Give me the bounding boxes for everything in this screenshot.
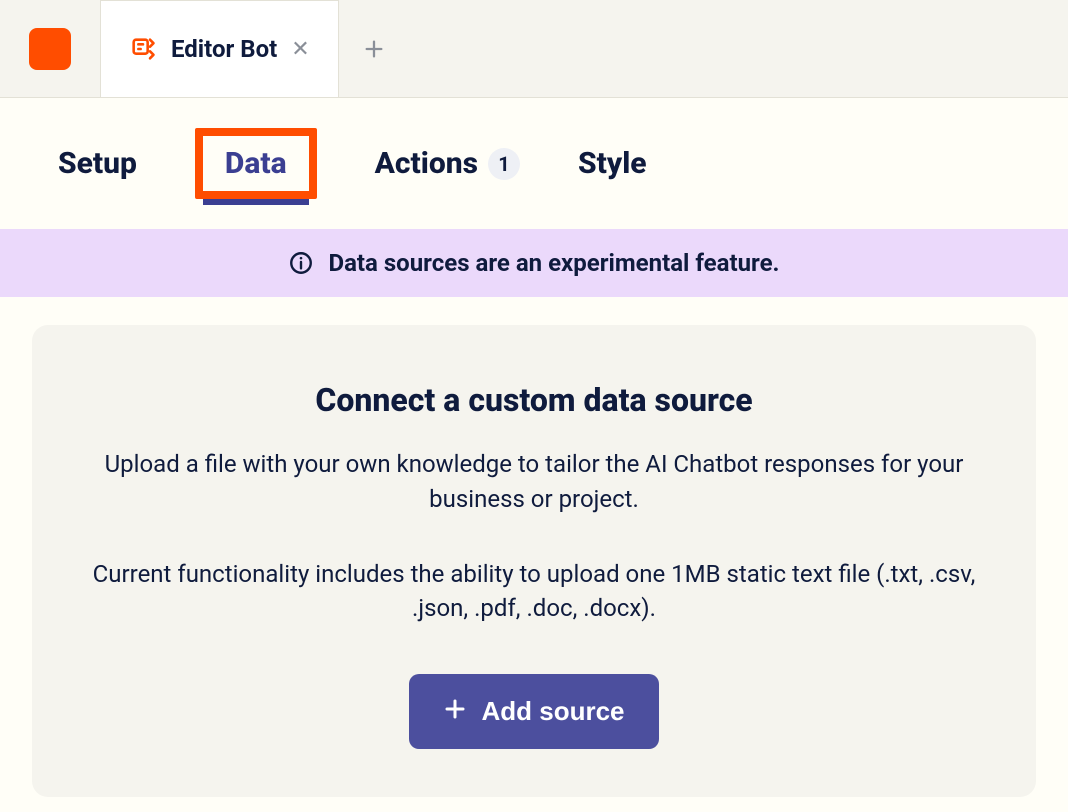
nav-tabs: Setup Data Actions 1 Style [0,98,1068,229]
tab-setup[interactable]: Setup [58,136,137,191]
bot-icon [129,35,157,63]
experimental-banner: Data sources are an experimental feature… [0,229,1068,297]
close-tab-icon[interactable]: ✕ [291,37,309,62]
banner-text: Data sources are an experimental feature… [328,249,779,277]
app-logo[interactable] [29,28,71,70]
file-tab-title: Editor Bot [171,35,277,63]
data-source-card: Connect a custom data source Upload a fi… [32,325,1036,797]
file-tab-editor-bot[interactable]: Editor Bot ✕ [100,0,339,97]
actions-count-badge: 1 [488,148,520,180]
new-tab-button[interactable] [339,0,409,97]
card-heading: Connect a custom data source [80,381,988,419]
add-source-label: Add source [481,696,624,727]
tab-actions-label: Actions [375,146,478,181]
card-description-primary: Upload a file with your own knowledge to… [84,447,984,517]
logo-area [0,0,100,97]
tab-data[interactable]: Data [195,128,317,199]
top-bar: Editor Bot ✕ [0,0,1068,98]
add-source-button[interactable]: Add source [409,674,658,749]
tab-actions[interactable]: Actions 1 [375,136,520,191]
card-description-secondary: Current functionality includes the abili… [84,557,984,627]
plus-icon [443,697,467,726]
info-icon [288,250,314,276]
tab-style[interactable]: Style [578,136,647,191]
